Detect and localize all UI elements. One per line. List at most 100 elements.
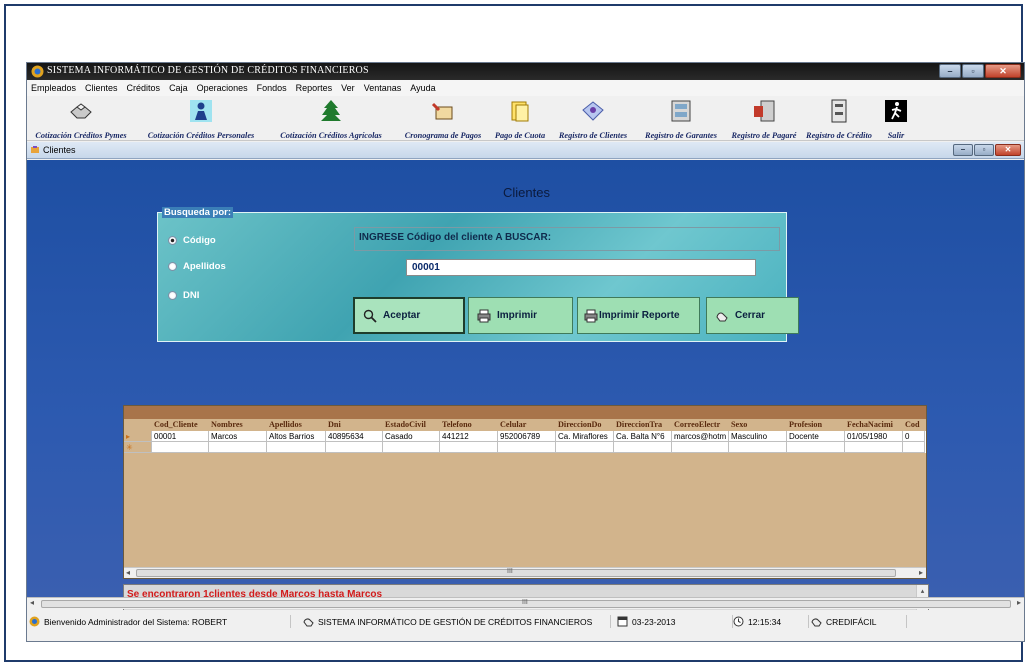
menu-empleados[interactable]: Empleados xyxy=(31,83,76,93)
tool-salir[interactable]: Salir xyxy=(879,96,913,141)
table-cell[interactable] xyxy=(326,442,383,453)
table-cell[interactable]: marcos@hotm xyxy=(672,431,729,442)
child-window-titlebar: Clientes – ▫ ✕ xyxy=(27,142,1024,159)
cerrar-button[interactable]: Cerrar xyxy=(706,297,799,334)
scroll-right-arrow-icon[interactable]: ▸ xyxy=(1017,598,1021,607)
radio-codigo[interactable]: Código xyxy=(168,235,216,246)
table-cell[interactable] xyxy=(729,442,787,453)
radio-button[interactable] xyxy=(168,262,177,271)
tool-registro-credito[interactable]: Registro de Crédito xyxy=(803,96,875,141)
aceptar-button[interactable]: Aceptar xyxy=(353,297,465,334)
menu-ventanas[interactable]: Ventanas xyxy=(364,83,402,93)
new-row-marker: ✳ xyxy=(124,442,152,453)
table-cell[interactable]: Docente xyxy=(787,431,845,442)
new-row[interactable]: ✳ xyxy=(124,442,926,453)
menu-operaciones[interactable]: Operaciones xyxy=(197,83,248,93)
radio-apellidos[interactable]: Apellidos xyxy=(168,261,226,272)
tool-registro-garantes[interactable]: Registro de Garantes xyxy=(637,96,725,141)
menu-creditos[interactable]: Créditos xyxy=(127,83,161,93)
col-header[interactable]: Cod xyxy=(903,419,925,430)
tool-cotizacion-personales[interactable]: Cotización Créditos Personales xyxy=(139,96,263,141)
table-cell[interactable] xyxy=(267,442,326,453)
radio-button-selected[interactable] xyxy=(168,236,177,245)
calendar-icon xyxy=(431,102,453,120)
col-header[interactable]: FechaNacimi xyxy=(845,419,903,430)
tool-cotizacion-pymes[interactable]: Cotización Créditos Pymes xyxy=(29,96,133,141)
imprimir-reporte-button[interactable]: Imprimir Reporte xyxy=(577,297,700,334)
row-selector[interactable]: ▸ xyxy=(124,431,152,442)
table-cell[interactable]: Altos Barrios xyxy=(267,431,326,442)
tool-pago-cuota[interactable]: Pago de Cuota xyxy=(489,96,551,141)
table-cell[interactable] xyxy=(556,442,614,453)
table-cell[interactable] xyxy=(209,442,267,453)
table-cell[interactable]: Ca. Balta N°6 xyxy=(614,431,672,442)
table-cell[interactable] xyxy=(152,442,209,453)
table-cell[interactable]: Marcos xyxy=(209,431,267,442)
radio-dni[interactable]: DNI xyxy=(168,290,199,301)
credit-cabinet-icon xyxy=(831,99,847,123)
close-button[interactable]: ✕ xyxy=(985,64,1021,78)
table-cell[interactable]: Ca. Miraflores xyxy=(556,431,614,442)
col-header[interactable]: Dni xyxy=(326,419,383,430)
table-cell[interactable]: 441212 xyxy=(440,431,498,442)
table-cell[interactable]: 952006789 xyxy=(498,431,556,442)
table-cell[interactable] xyxy=(498,442,556,453)
maximize-button[interactable]: ▫ xyxy=(962,64,984,78)
menu-fondos[interactable]: Fondos xyxy=(257,83,287,93)
col-header[interactable]: Celular xyxy=(498,419,556,430)
table-cell[interactable]: 00001 xyxy=(152,431,209,442)
imprimir-button[interactable]: Imprimir xyxy=(468,297,573,334)
table-cell[interactable] xyxy=(845,442,903,453)
scrollbar-thumb[interactable]: III xyxy=(136,568,896,577)
mdi-horizontal-scrollbar[interactable]: ◂ III ▸ xyxy=(27,597,1024,609)
col-header[interactable]: Cod_Cliente xyxy=(152,419,209,430)
table-cell[interactable] xyxy=(903,442,925,453)
menu-clientes[interactable]: Clientes xyxy=(85,83,118,93)
table-cell[interactable] xyxy=(787,442,845,453)
minimize-button[interactable]: – xyxy=(939,64,961,78)
table-cell[interactable]: Masculino xyxy=(729,431,787,442)
application-window: SISTEMA INFORMÁTICO DE GESTIÓN DE CRÉDIT… xyxy=(26,62,1025,642)
col-header[interactable]: Sexo xyxy=(729,419,787,430)
tool-registro-pagare[interactable]: Registro de Pagaré xyxy=(729,96,799,141)
table-row[interactable]: ▸ 00001 Marcos Altos Barrios 40895634 Ca… xyxy=(124,431,926,442)
grid-top-band xyxy=(124,406,926,419)
form-icon xyxy=(31,146,39,153)
client-code-input[interactable]: 00001 xyxy=(406,259,756,276)
scroll-left-arrow-icon[interactable]: ◂ xyxy=(30,598,34,607)
table-cell[interactable]: Casado xyxy=(383,431,440,442)
col-header[interactable]: DireccionTra xyxy=(614,419,672,430)
col-header[interactable]: EstadoCivil xyxy=(383,419,440,430)
child-minimize-button[interactable]: – xyxy=(953,144,973,156)
menu-reportes[interactable]: Reportes xyxy=(296,83,333,93)
menu-ver[interactable]: Ver xyxy=(341,83,355,93)
child-close-button[interactable]: ✕ xyxy=(995,144,1021,156)
menu-ayuda[interactable]: Ayuda xyxy=(410,83,435,93)
grid-horizontal-scrollbar[interactable]: ◂ III ▸ xyxy=(124,567,926,578)
col-header[interactable]: Profesion xyxy=(787,419,845,430)
col-header[interactable]: CorreoElectr xyxy=(672,419,729,430)
table-cell[interactable]: 01/05/1980 xyxy=(845,431,903,442)
table-cell[interactable] xyxy=(383,442,440,453)
table-cell[interactable] xyxy=(614,442,672,453)
scroll-right-arrow-icon[interactable]: ▸ xyxy=(919,568,923,577)
col-header[interactable]: Nombres xyxy=(209,419,267,430)
menu-caja[interactable]: Caja xyxy=(169,83,188,93)
table-cell[interactable] xyxy=(672,442,729,453)
table-cell[interactable]: 40895634 xyxy=(326,431,383,442)
tool-cotizacion-agricolas[interactable]: Cotización Créditos Agrícolas xyxy=(267,96,395,141)
status-app: CREDIFÁCIL xyxy=(811,615,907,628)
col-header[interactable]: Telefono xyxy=(440,419,498,430)
tool-cronograma[interactable]: Cronograma de Pagos xyxy=(399,96,487,141)
col-header[interactable]: DireccionDo xyxy=(556,419,614,430)
scroll-up-arrow-icon[interactable]: ▴ xyxy=(917,587,928,595)
col-header[interactable]: Apellidos xyxy=(267,419,326,430)
scrollbar-thumb[interactable]: III xyxy=(41,599,1011,608)
tool-registro-clientes[interactable]: Registro de Clientes xyxy=(553,96,633,141)
scroll-left-arrow-icon[interactable]: ◂ xyxy=(126,568,130,577)
clients-data-grid[interactable]: Cod_Cliente Nombres Apellidos Dni Estado… xyxy=(123,405,927,579)
radio-button[interactable] xyxy=(168,291,177,300)
table-cell[interactable] xyxy=(440,442,498,453)
table-cell[interactable]: 0 xyxy=(903,431,925,442)
child-restore-button[interactable]: ▫ xyxy=(974,144,994,156)
